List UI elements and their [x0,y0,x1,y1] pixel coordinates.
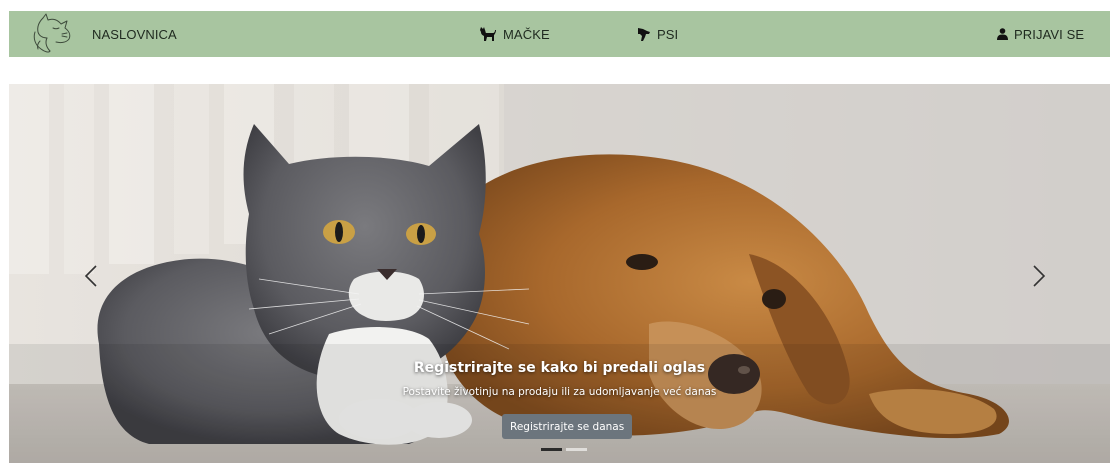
slide-subtitle: Postavite životinju na prodaju ili za ud… [402,386,717,398]
hero-image [9,84,1110,463]
user-icon [997,28,1008,40]
nav-cats[interactable]: MAČKE [479,11,550,57]
carousel-indicator-1[interactable] [541,448,562,451]
chevron-left-icon [84,265,97,287]
cat-icon [480,27,496,41]
nav-cats-label: MAČKE [503,26,550,42]
chevron-right-icon [1033,265,1046,287]
nav-home-label: NASLOVNICA [92,26,177,42]
register-button[interactable]: Registrirajte se danas [502,414,633,439]
nav-home[interactable]: NASLOVNICA [92,11,177,57]
nav-login[interactable]: PRIJAVI SE [997,11,1084,57]
slide-title: Registrirajte se kako bi predali oglas [413,360,706,376]
carousel-next-button[interactable] [1019,254,1059,298]
nav-dogs-label: PSI [657,26,679,42]
cat-dog-logo-icon [33,13,71,53]
carousel-indicator-2[interactable] [566,448,587,451]
hero-carousel: Registrirajte se kako bi predali oglas P… [9,84,1110,463]
dog-icon [638,28,650,41]
nav-dogs[interactable]: PSI [637,11,678,57]
top-navbar: NASLOVNICA MAČKE PSI PRIJAVI SE [9,11,1110,57]
nav-login-label: PRIJAVI SE [1014,26,1085,42]
carousel-prev-button[interactable] [71,254,111,298]
carousel-indicators [541,448,587,451]
brand-logo[interactable] [29,12,77,56]
